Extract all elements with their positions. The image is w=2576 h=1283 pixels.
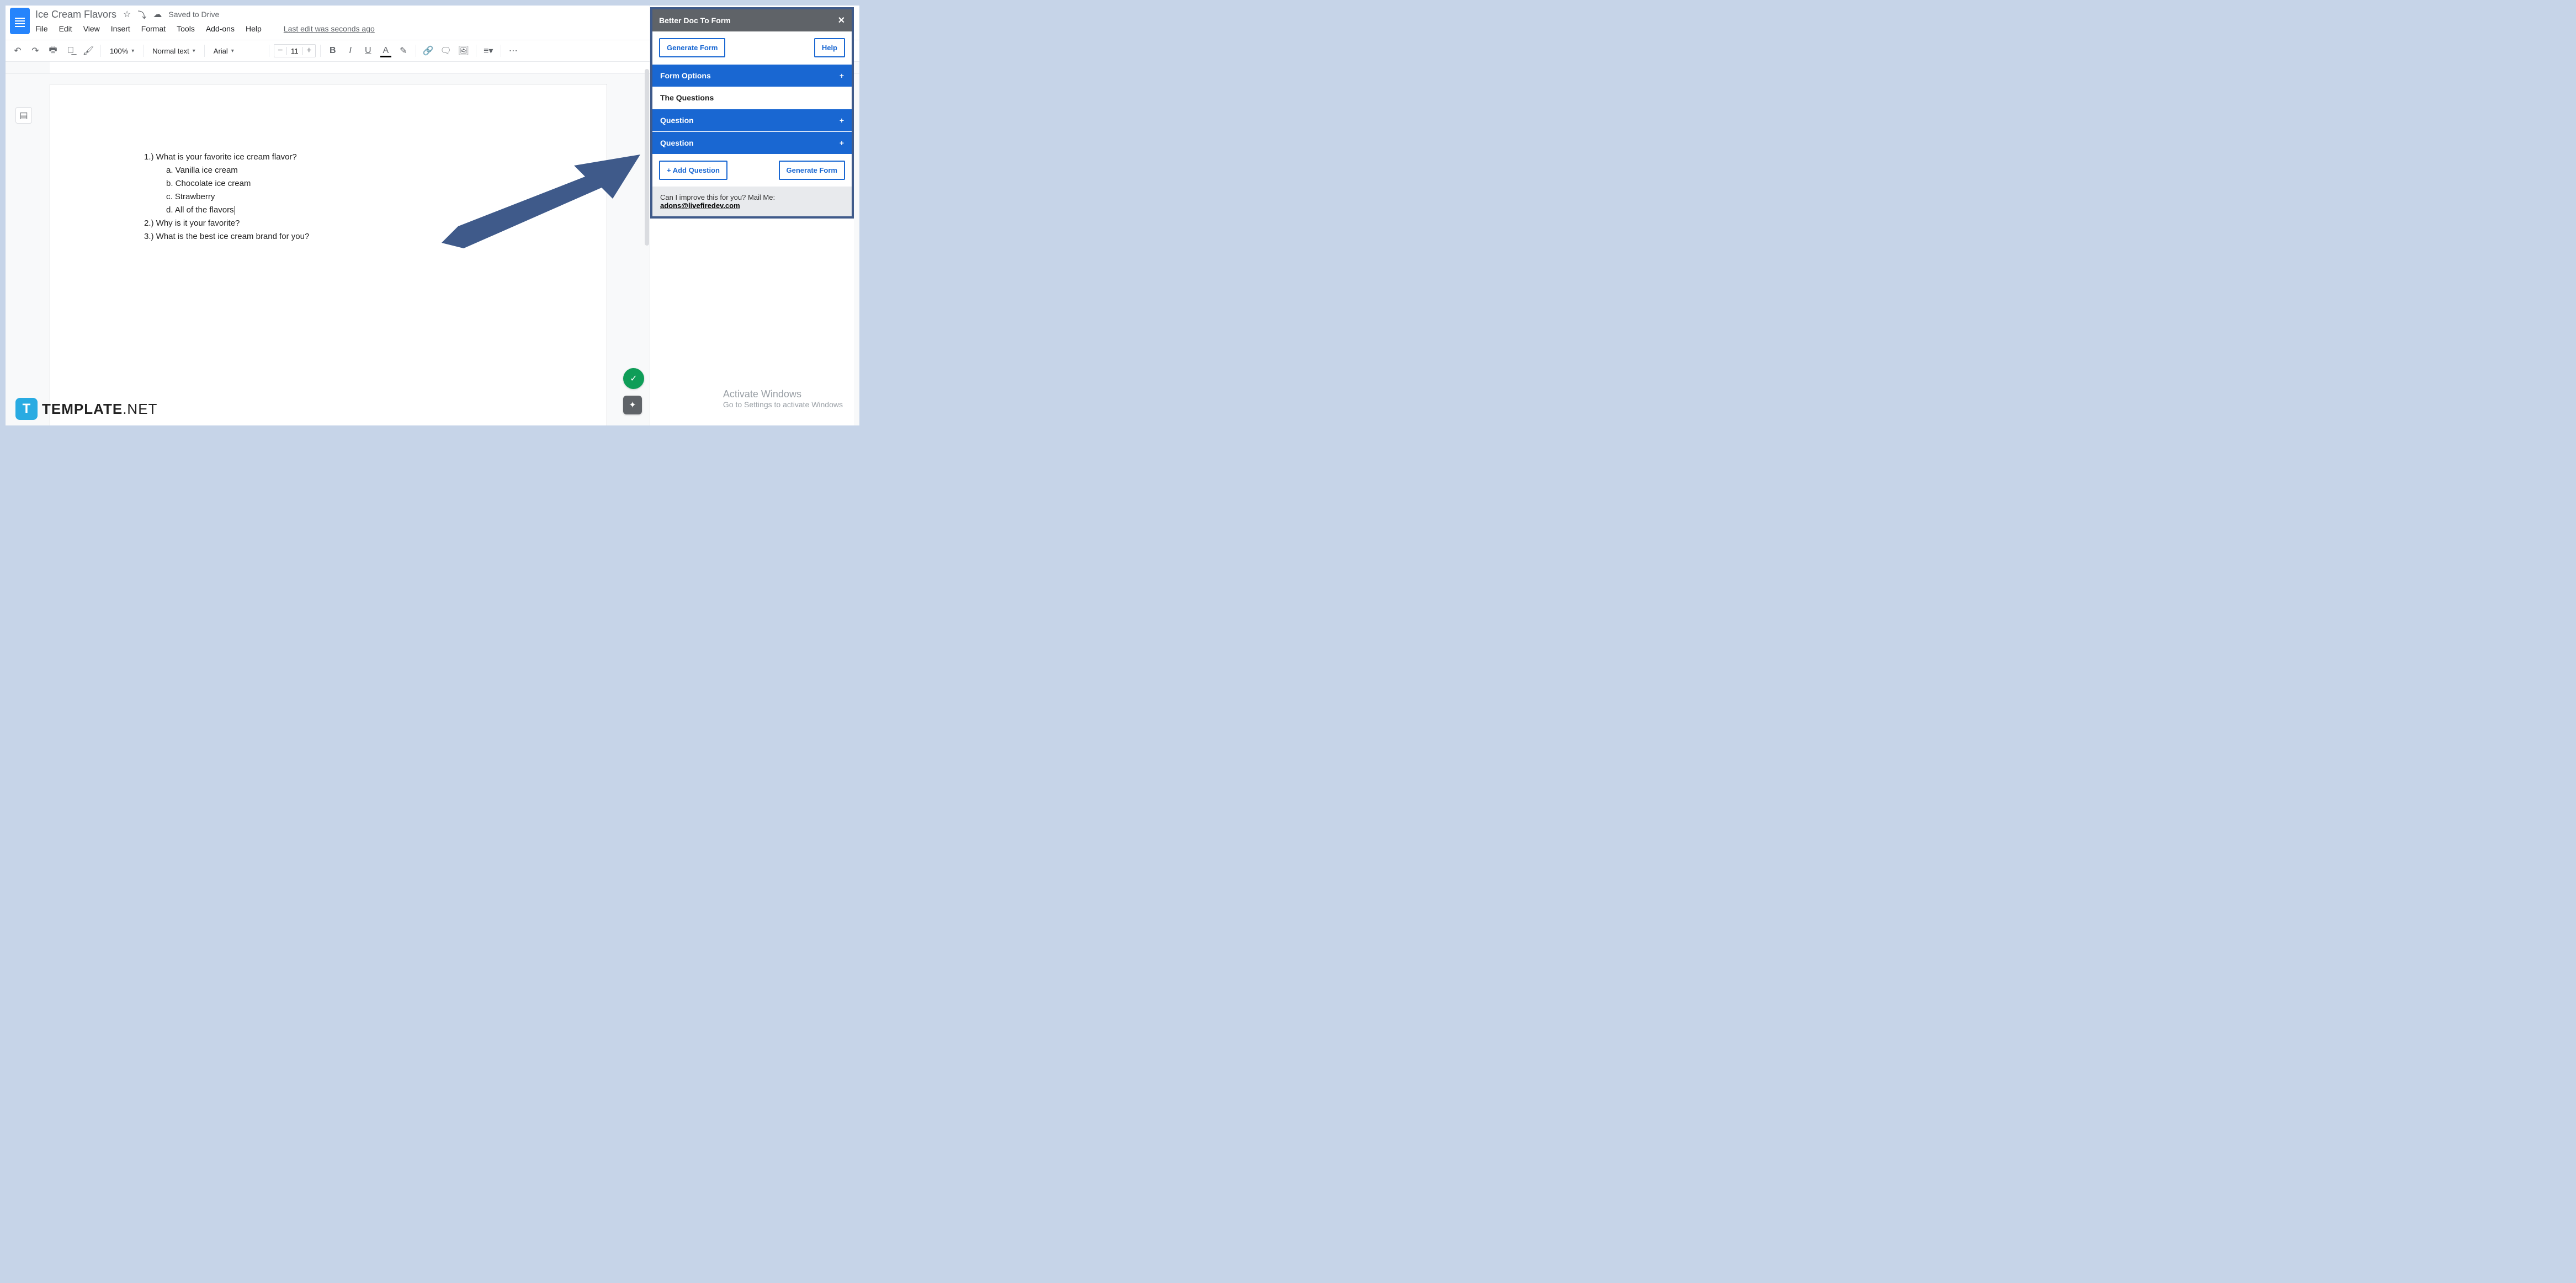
menu-insert[interactable]: Insert	[111, 24, 130, 33]
the-questions-section: The Questions	[652, 87, 852, 109]
watermark-line2: Go to Settings to activate Windows	[723, 400, 843, 409]
menu-tools[interactable]: Tools	[177, 24, 195, 33]
zoom-dropdown[interactable]: 100%	[105, 47, 139, 55]
windows-watermark: Activate Windows Go to Settings to activ…	[723, 388, 843, 409]
saved-status: Saved to Drive	[168, 10, 219, 19]
panel-header: Better Doc To Form ✕	[652, 9, 852, 31]
option-1d: d. All of the flavors	[166, 204, 524, 217]
question-1: 1.) What is your favorite ice cream flav…	[144, 151, 524, 164]
option-1c: c. Strawberry	[166, 190, 524, 204]
align-button[interactable]: ≡▾	[481, 43, 496, 58]
panel-top-buttons: Generate Form Help	[652, 31, 852, 64]
font-size-decrease[interactable]: −	[274, 46, 286, 56]
badge-name: TEMPLATE	[42, 401, 123, 417]
question-2: 2.) Why is it your favorite?	[144, 217, 524, 230]
spellcheck-button[interactable]: Ａ̲	[63, 43, 78, 58]
template-logo-icon: T	[15, 398, 38, 420]
generate-form-button-2[interactable]: Generate Form	[779, 161, 845, 180]
font-size-value[interactable]: 11	[286, 47, 303, 55]
scrollbar[interactable]	[645, 69, 649, 246]
bold-button[interactable]: B	[325, 43, 341, 58]
last-edit-link[interactable]: Last edit was seconds ago	[284, 24, 375, 33]
menu-file[interactable]: File	[35, 24, 48, 33]
menu-format[interactable]: Format	[141, 24, 166, 33]
addon-sidebar: Better Doc To Form ✕ Generate Form Help …	[650, 6, 854, 425]
question-section-1[interactable]: Question +	[652, 109, 852, 131]
separator	[100, 45, 101, 57]
menu-addons[interactable]: Add-ons	[206, 24, 235, 33]
form-options-section[interactable]: Form Options +	[652, 64, 852, 87]
menu-view[interactable]: View	[83, 24, 100, 33]
font-dropdown[interactable]: Arial	[209, 47, 264, 55]
help-button[interactable]: Help	[814, 38, 845, 57]
plus-icon: +	[840, 139, 844, 147]
menu-bar: File Edit View Insert Format Tools Add-o…	[35, 21, 713, 33]
menu-edit[interactable]: Edit	[59, 24, 72, 33]
app-window: Ice Cream Flavors ☆ ⤵ ☁ Saved to Drive F…	[6, 6, 859, 425]
undo-button[interactable]: ↶	[10, 43, 25, 58]
template-net-badge: T TEMPLATE.NET	[15, 398, 157, 420]
more-tools-button[interactable]: ⋯	[506, 43, 521, 58]
floating-buttons: ✓ ✦	[623, 368, 644, 414]
star-icon[interactable]: ☆	[123, 9, 131, 20]
insert-image-button[interactable]: 🖼	[456, 43, 471, 58]
print-button[interactable]: 🖶	[45, 43, 61, 58]
close-icon[interactable]: ✕	[838, 15, 845, 26]
question-section-2[interactable]: Question +	[652, 131, 852, 154]
paint-format-button[interactable]: 🖌	[81, 43, 96, 58]
question-label: Question	[660, 139, 694, 147]
template-logo-text: TEMPLATE.NET	[42, 401, 157, 418]
plus-icon: +	[840, 116, 844, 125]
font-size-control: − 11 +	[274, 44, 316, 57]
highlight-button[interactable]: ✎	[396, 43, 411, 58]
move-icon[interactable]: ⤵	[137, 8, 146, 21]
ruler[interactable]	[50, 62, 650, 73]
italic-button[interactable]: I	[343, 43, 358, 58]
font-size-increase[interactable]: +	[303, 46, 315, 56]
document-page[interactable]: 1.) What is your favorite ice cream flav…	[50, 84, 607, 425]
insert-link-button[interactable]: 🔗	[421, 43, 436, 58]
add-comment-button[interactable]: 🗨	[438, 43, 454, 58]
explore-button[interactable]: ✦	[623, 396, 642, 414]
option-1a: a. Vanilla ice cream	[166, 164, 524, 177]
title-row: Ice Cream Flavors ☆ ⤵ ☁ Saved to Drive	[35, 8, 713, 21]
footer-text: Can I improve this for you? Mail Me:	[660, 193, 775, 201]
plus-icon: +	[840, 71, 844, 80]
watermark-line1: Activate Windows	[723, 388, 843, 400]
footer-email-link[interactable]: adons@livefiredev.com	[660, 201, 740, 210]
docs-logo-icon[interactable]	[10, 8, 30, 34]
grammarly-icon[interactable]: ✓	[623, 368, 644, 389]
panel-bottom-buttons: + Add Question Generate Form	[652, 154, 852, 187]
underline-button[interactable]: U	[360, 43, 376, 58]
style-dropdown[interactable]: Normal text	[148, 47, 200, 55]
outline-toggle-button[interactable]: ▤	[15, 107, 32, 124]
question-label: Question	[660, 116, 694, 125]
form-options-label: Form Options	[660, 71, 711, 80]
text-color-button[interactable]: A	[378, 43, 394, 58]
separator	[204, 45, 205, 57]
cloud-saved-icon[interactable]: ☁	[153, 9, 162, 20]
menu-help[interactable]: Help	[246, 24, 262, 33]
redo-button[interactable]: ↷	[28, 43, 43, 58]
separator	[320, 45, 321, 57]
badge-ext: .NET	[123, 401, 157, 417]
option-1b: b. Chocolate ice cream	[166, 177, 524, 190]
ruler-inner	[50, 62, 650, 73]
generate-form-button[interactable]: Generate Form	[659, 38, 725, 57]
document-title[interactable]: Ice Cream Flavors	[35, 9, 116, 20]
separator	[143, 45, 144, 57]
panel-title: Better Doc To Form	[659, 16, 731, 25]
add-question-button[interactable]: + Add Question	[659, 161, 727, 180]
better-doc-to-form-panel: Better Doc To Form ✕ Generate Form Help …	[650, 7, 854, 219]
question-3: 3.) What is the best ice cream brand for…	[144, 230, 524, 243]
title-column: Ice Cream Flavors ☆ ⤵ ☁ Saved to Drive F…	[35, 8, 713, 33]
panel-footer: Can I improve this for you? Mail Me: ado…	[652, 187, 852, 216]
